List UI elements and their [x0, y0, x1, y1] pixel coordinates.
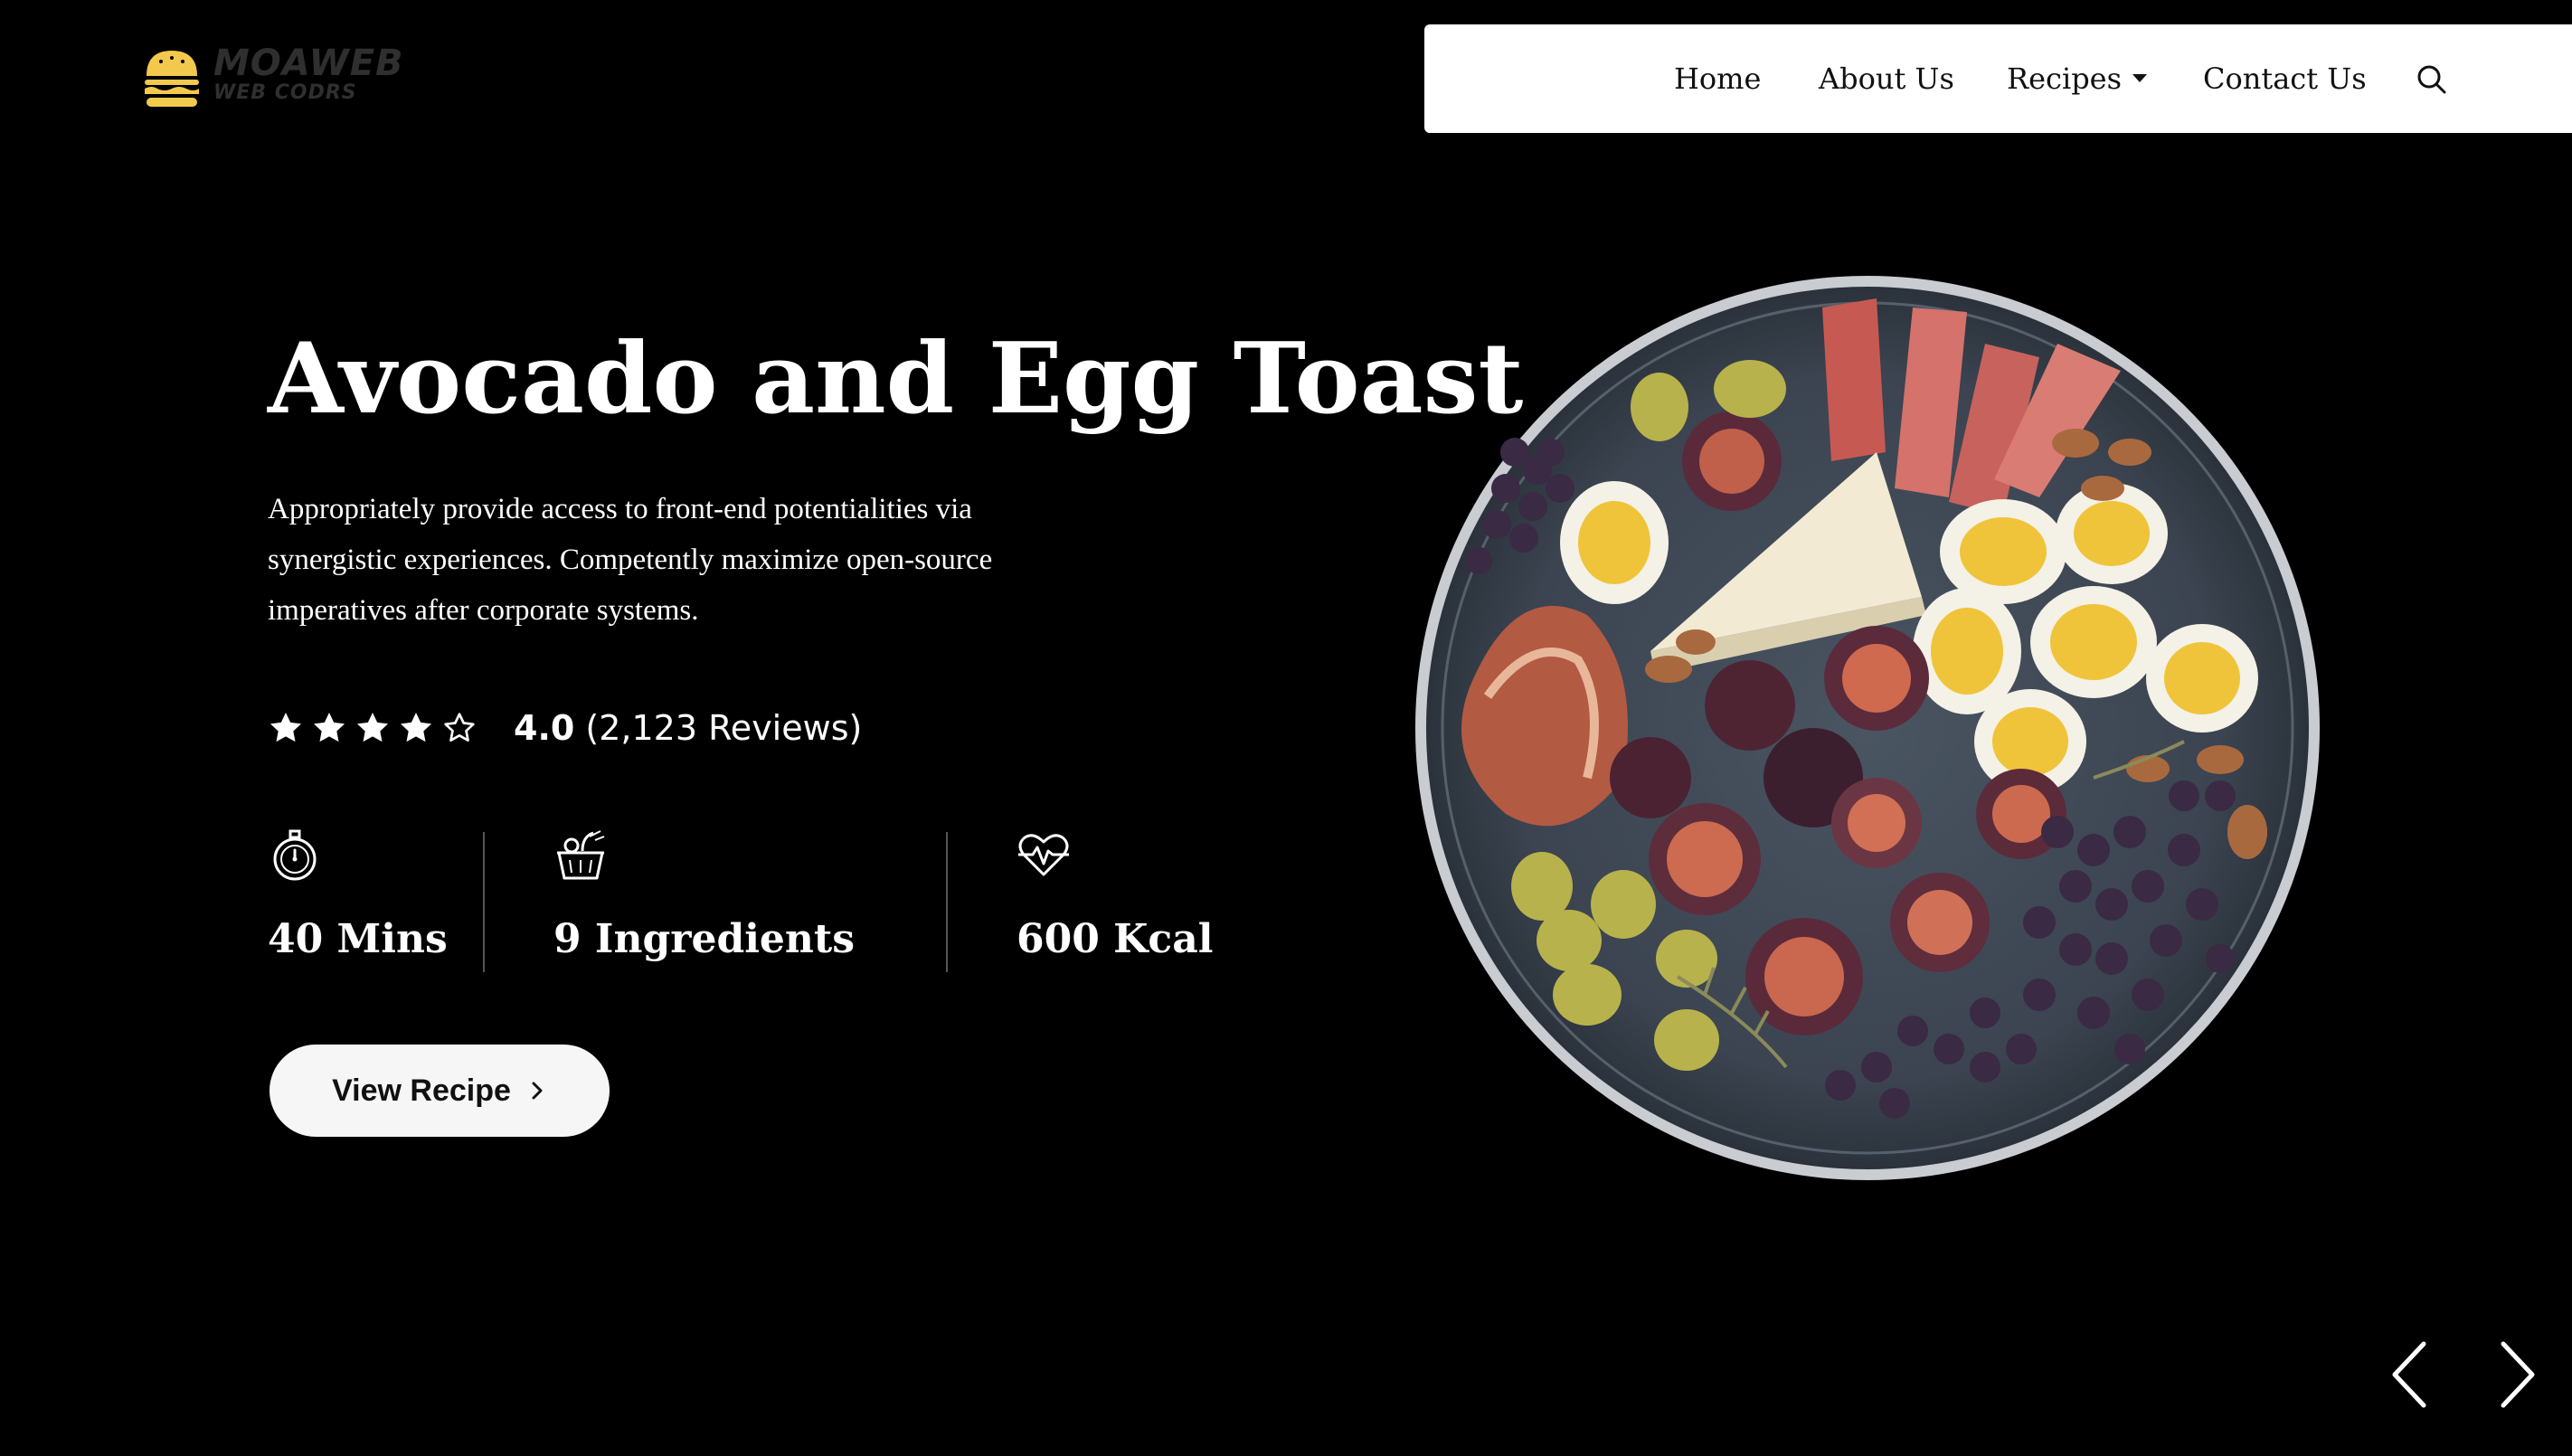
stat-time: 40 Mins	[268, 827, 483, 972]
stat-ingredients: 9 Ingredients	[553, 827, 946, 972]
nav-about-us[interactable]: About Us	[1819, 24, 1954, 133]
rating-value: 4.0	[514, 708, 575, 748]
slider-prev-arrow[interactable]	[2388, 1338, 2433, 1411]
main-nav: Home About Us Recipes Contact Us	[1424, 24, 2572, 133]
food-plate-image	[1415, 276, 2320, 1180]
logo-line2: WEB CODRS	[213, 81, 357, 104]
star-outline-icon	[444, 713, 475, 742]
burger-logo-icon	[145, 51, 199, 107]
rating-text: 4.0 (2,123 Reviews)	[514, 708, 862, 748]
logo-line1: MOAWEB	[213, 43, 404, 84]
stat-calories-label: 600 Kcal	[1017, 916, 1214, 962]
stat-divider	[483, 832, 485, 972]
star-filled-icon	[357, 713, 388, 742]
recipe-stats: 40 Mins 9 Ingredients 600 Kcal	[268, 827, 1234, 972]
search-icon[interactable]	[2416, 63, 2448, 96]
rating: 4.0 (2,123 Reviews)	[268, 701, 862, 755]
view-recipe-button[interactable]: View Recipe	[269, 1045, 610, 1137]
star-filled-icon	[314, 713, 345, 742]
nav-home[interactable]: Home	[1674, 24, 1761, 133]
caret-down-icon	[2132, 74, 2148, 82]
logo-text: MOAWEB WEB CODRS	[213, 43, 404, 104]
stat-divider	[946, 832, 948, 972]
chevron-right-icon	[532, 1082, 543, 1100]
slider-next-arrow[interactable]	[2494, 1338, 2539, 1411]
heartbeat-icon	[1018, 834, 1069, 876]
rating-stars	[268, 710, 478, 746]
basket-icon	[557, 830, 605, 880]
rating-reviews: (2,123 Reviews)	[585, 708, 863, 748]
stat-ingredients-label: 9 Ingredients	[553, 916, 856, 962]
star-filled-icon	[401, 713, 431, 742]
stat-time-label: 40 Mins	[268, 916, 448, 962]
nav-recipes-label: Recipes	[2007, 61, 2123, 96]
nav-recipes[interactable]: Recipes	[2007, 24, 2148, 133]
site-logo[interactable]: MOAWEB WEB CODRS	[143, 43, 404, 113]
star-filled-icon	[270, 713, 301, 742]
stat-calories: 600 Kcal	[1017, 827, 1234, 972]
view-recipe-label: View Recipe	[332, 1073, 511, 1108]
nav-contact-us[interactable]: Contact Us	[2203, 24, 2367, 133]
recipe-title: Avocado and Egg Toast	[268, 322, 1524, 436]
recipe-description: Appropriately provide access to front-en…	[268, 493, 993, 627]
stopwatch-icon	[273, 829, 317, 881]
